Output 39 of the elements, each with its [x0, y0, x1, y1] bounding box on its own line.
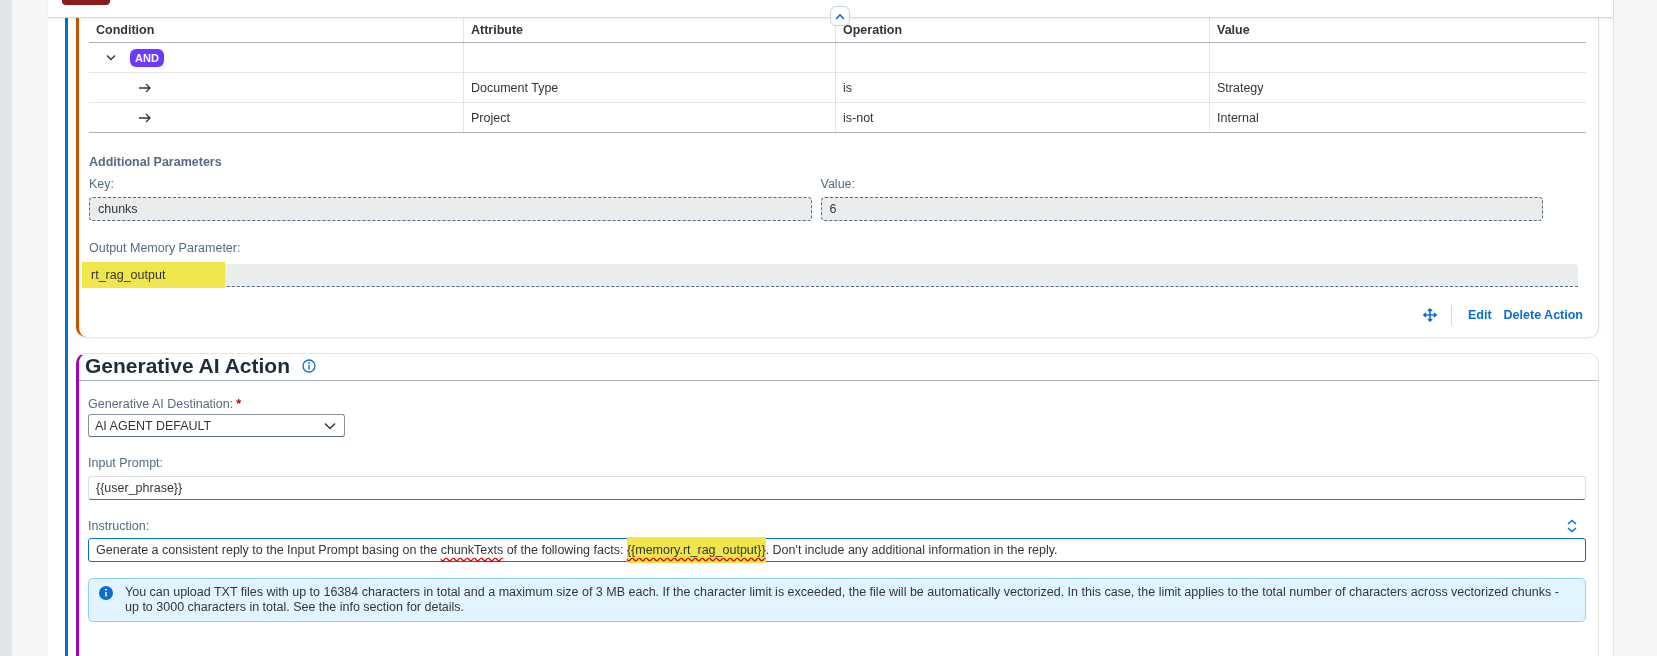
- column-header: Value: [1209, 18, 1586, 42]
- column-header: Condition: [95, 22, 156, 39]
- required-label: *: [236, 397, 242, 411]
- and-badge: AND: [130, 48, 164, 67]
- field-label: Output Memory Parameter:: [89, 241, 242, 255]
- arrow-right-icon: [138, 112, 152, 123]
- action-link[interactable]: Edit: [1465, 308, 1494, 322]
- table-cell: Document Type: [471, 80, 559, 95]
- field-label: Generative AI Destination:: [88, 397, 234, 411]
- card-title: Generative AI Action: [85, 354, 290, 378]
- chevron-down-icon: [324, 421, 336, 430]
- action-link[interactable]: Delete Action: [1501, 308, 1585, 322]
- move-button[interactable]: [1422, 308, 1437, 322]
- column-header: Attribute: [463, 18, 835, 42]
- field-label: Key:: [89, 177, 115, 191]
- input-field[interactable]: {{user_phrase}}: [88, 476, 1586, 500]
- table-cell: is-not: [843, 110, 874, 125]
- input-field[interactable]: Generate a consistent reply to the Input Prompt basing on the chunkTexts of the following facts: {{memory.rt_rag_output}}. Don't include any additional information in the reply.: [88, 538, 1586, 562]
- key-field[interactable]: chunks: [89, 197, 812, 221]
- collapse-button[interactable]: [830, 6, 850, 26]
- expand-icon[interactable]: [1566, 519, 1578, 533]
- info-icon[interactable]: [302, 359, 316, 373]
- value-field[interactable]: 6: [820, 197, 1543, 221]
- chevron-down-icon[interactable]: [106, 54, 116, 61]
- field-label: Instruction:: [88, 519, 150, 533]
- table-cell: is: [843, 80, 853, 95]
- column-header: Operation: [835, 18, 1209, 42]
- info-icon: [99, 586, 113, 600]
- info-text: You can upload TXT files with up to 16384 characters in total and a maximum size of 3 MB each. If the character limit is exceeded, the file will be automatically vectorized. In this case, the limit applies to the total number of characters across vectorized chunks - up to 3000 characters in total. See the info section for details.: [125, 585, 1560, 615]
- table-cell: Strategy: [1217, 80, 1264, 95]
- field-label: Input Prompt:: [88, 456, 165, 470]
- field-label: Value:: [820, 177, 856, 191]
- table-cell: Internal: [1217, 110, 1259, 125]
- output-memory-field[interactable]: rt_rag_output: [82, 264, 1578, 287]
- chevron-up-icon: [835, 12, 845, 20]
- destination-dropdown[interactable]: AI AGENT DEFAULT: [88, 414, 345, 437]
- table-cell: Project: [471, 110, 510, 125]
- section-title: Additional Parameters: [89, 155, 223, 169]
- arrow-right-icon: [138, 82, 152, 93]
